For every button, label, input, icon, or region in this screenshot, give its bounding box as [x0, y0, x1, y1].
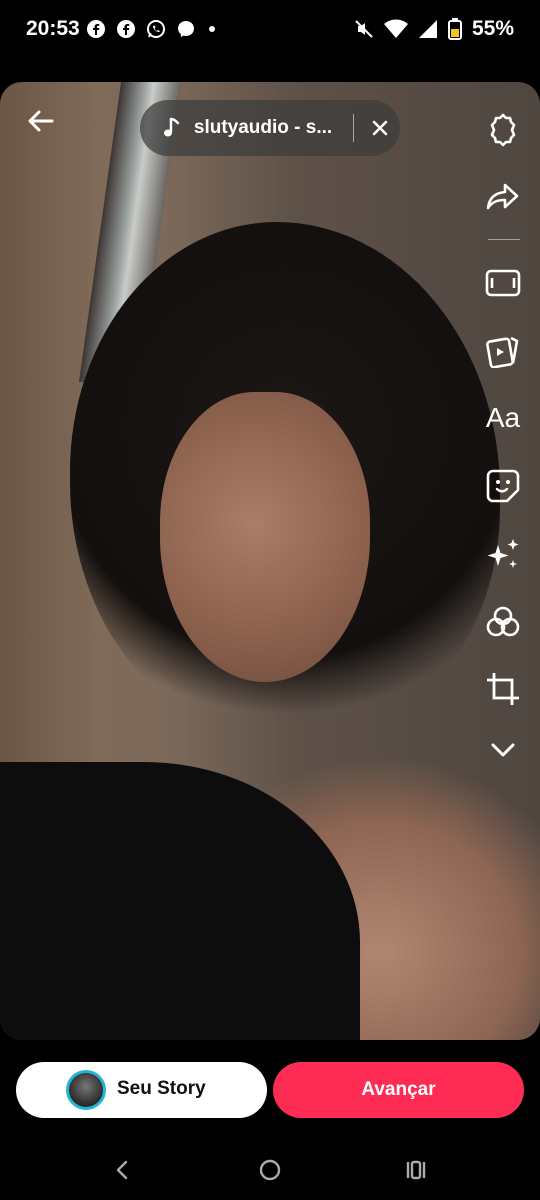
format-icon: [485, 269, 521, 297]
settings-button[interactable]: [481, 108, 525, 152]
templates-button[interactable]: [481, 328, 525, 372]
music-selector[interactable]: slutyaudio - s...: [140, 100, 400, 156]
more-tools-button[interactable]: [481, 728, 525, 772]
filters-button[interactable]: [481, 600, 525, 644]
status-time: 20:53: [26, 17, 80, 40]
media-preview[interactable]: [0, 82, 540, 1040]
messenger-icon: [176, 19, 196, 39]
back-button[interactable]: [24, 104, 58, 138]
sticker-icon: [486, 469, 520, 503]
recents-icon: [406, 1160, 426, 1180]
chevron-left-icon: [116, 1160, 128, 1180]
music-note-icon: [163, 117, 180, 137]
story-label: Seu Story: [117, 1078, 206, 1099]
share-icon: [486, 183, 519, 210]
nav-back-button[interactable]: [100, 1148, 144, 1192]
nav-home-button[interactable]: [248, 1148, 292, 1192]
battery-icon: [447, 18, 462, 40]
battery-percent: 55%: [471, 17, 514, 40]
crop-icon: [487, 673, 519, 705]
effects-button[interactable]: [481, 532, 525, 576]
pill-divider: [353, 114, 355, 142]
home-circle-icon: [259, 1159, 281, 1181]
effects-icon: [487, 539, 519, 568]
nav-recents-button[interactable]: [394, 1148, 438, 1192]
back-arrow-icon: [28, 110, 54, 132]
notification-icons: [86, 19, 218, 39]
your-story-button[interactable]: Seu Story: [16, 1062, 267, 1118]
templates-icon: [486, 336, 519, 368]
wifi-icon: [383, 19, 408, 39]
dot-icon: [206, 19, 218, 39]
facebook-icon: [116, 19, 136, 39]
music-title: slutyaudio - s...: [193, 117, 333, 138]
avatar: [66, 1070, 106, 1110]
next-button[interactable]: Avançar: [273, 1062, 524, 1118]
sticker-button[interactable]: [481, 464, 525, 508]
system-nav-bar: [0, 1140, 540, 1200]
system-icons: 55%: [354, 17, 514, 41]
remove-music-button[interactable]: [360, 108, 400, 148]
settings-icon: [490, 113, 516, 147]
toolbar-divider: [488, 239, 520, 240]
crop-button[interactable]: [481, 667, 525, 711]
close-icon: [372, 120, 388, 136]
filters-icon: [486, 606, 520, 637]
facebook-icon: [86, 19, 106, 39]
mute-icon: [354, 19, 374, 39]
format-button[interactable]: [481, 261, 525, 305]
chevron-down-icon: [491, 743, 515, 757]
text-tool-label: Aa: [485, 402, 521, 433]
share-button[interactable]: [481, 175, 525, 219]
text-button[interactable]: Aa: [481, 396, 525, 440]
whatsapp-icon: [146, 19, 166, 39]
signal-icon: [418, 19, 438, 39]
photo-subject-face: [160, 392, 370, 682]
status-bar: 20:53 55%: [0, 0, 540, 62]
